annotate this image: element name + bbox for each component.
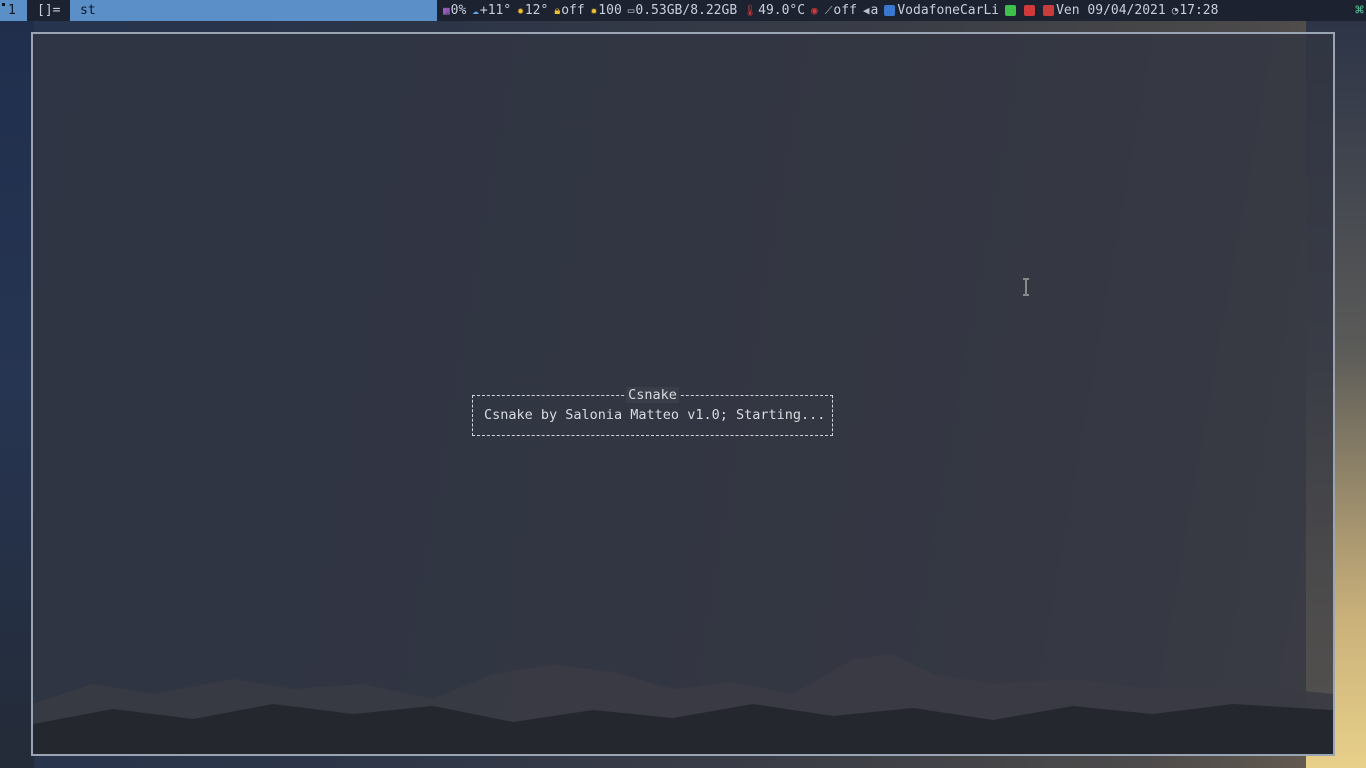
keyboard-value: a xyxy=(870,3,879,18)
volume-muted-icon: ◉ xyxy=(811,4,818,17)
clock-icon: ◔ xyxy=(1171,4,1179,17)
text-cursor-icon xyxy=(1023,278,1029,296)
wifi-value: VodafoneCarLi xyxy=(897,3,1000,18)
terminal-window[interactable]: Csnake Csnake by Salonia Matteo v1.0; St… xyxy=(31,32,1335,756)
weather-block: ☁ +11° xyxy=(472,0,511,21)
dialog-title-row: Csnake xyxy=(473,387,832,403)
cpu-temp-block: 🌡︎ 49.0°C xyxy=(743,0,805,21)
mic-value: off xyxy=(833,3,857,18)
top-status-bar: 1 []= st ▦ 0% ☁ +11° ✹ 12° 🔒︎ off ✹ 100 … xyxy=(0,0,1366,21)
weather-value: +11° xyxy=(479,3,512,18)
window-title: st xyxy=(80,3,96,18)
temp-alt-block: ✹ 12° xyxy=(517,0,548,21)
cpu-block: ▦ 0% xyxy=(443,0,466,21)
sun-icon: ✹ xyxy=(517,4,524,17)
wallpaper-left xyxy=(0,0,34,768)
wifi-icon xyxy=(884,5,896,16)
mail-icon xyxy=(1024,5,1036,16)
dialog-title: Csnake xyxy=(626,387,679,403)
thermometer-icon: 🌡︎ xyxy=(743,4,758,17)
time-block: ◔ 17:28 xyxy=(1172,0,1219,21)
brightness-icon: ✹ xyxy=(590,4,598,17)
weather-icon: ☁ xyxy=(472,4,479,17)
workspace-tag-1[interactable]: 1 xyxy=(0,0,27,21)
lock-icon: 🔒︎ xyxy=(554,4,561,17)
cpu-value: 0% xyxy=(450,3,467,18)
wifi-block[interactable]: VodafoneCarLi xyxy=(884,0,999,21)
brightness-block: ✹ 100 xyxy=(591,0,622,21)
tag-occupied-indicator xyxy=(2,3,5,6)
battery-icon xyxy=(1005,5,1017,16)
temp-alt-value: 12° xyxy=(524,3,549,18)
csnake-dialog: Csnake Csnake by Salonia Matteo v1.0; St… xyxy=(472,387,833,436)
lock-value: off xyxy=(561,3,585,18)
mountains-silhouette xyxy=(33,654,1333,754)
cloverleaf-icon[interactable]: ⌘ xyxy=(1355,2,1364,19)
status-blocks: ▦ 0% ☁ +11° ✹ 12° 🔒︎ off ✹ 100 ▭ 0.53GB/… xyxy=(443,0,1224,21)
lock-block: 🔒︎ off xyxy=(554,0,584,21)
time-value: 17:28 xyxy=(1179,3,1219,18)
microphone-icon: ⟋ xyxy=(824,4,833,17)
memory-value: 0.53GB/8.22GB xyxy=(635,3,738,18)
window-title-area: st xyxy=(70,0,437,21)
notification-block xyxy=(1024,5,1037,16)
brightness-value: 100 xyxy=(598,3,622,18)
keyboard-block: ◀ a xyxy=(863,0,878,21)
keyboard-icon: ◀ xyxy=(862,4,870,17)
dialog-message: Csnake by Salonia Matteo v1.0; Starting.… xyxy=(484,407,826,423)
workspace-tag-label: 1 xyxy=(8,3,16,18)
date-value: Ven 09/04/2021 xyxy=(1056,3,1166,18)
memory-block: ▭ 0.53GB/8.22GB xyxy=(628,0,737,21)
layout-indicator[interactable]: []= xyxy=(37,0,60,21)
volume-block[interactable]: ◉ xyxy=(811,0,819,21)
cpu-icon: ▦ xyxy=(443,4,450,17)
mic-block[interactable]: ⟋ off xyxy=(825,0,857,21)
battery-block xyxy=(1005,5,1018,16)
cpu-temp-value: 49.0°C xyxy=(758,3,806,18)
date-block: Ven 09/04/2021 xyxy=(1043,0,1166,21)
memory-icon: ▭ xyxy=(627,4,635,17)
calendar-icon xyxy=(1043,5,1055,16)
